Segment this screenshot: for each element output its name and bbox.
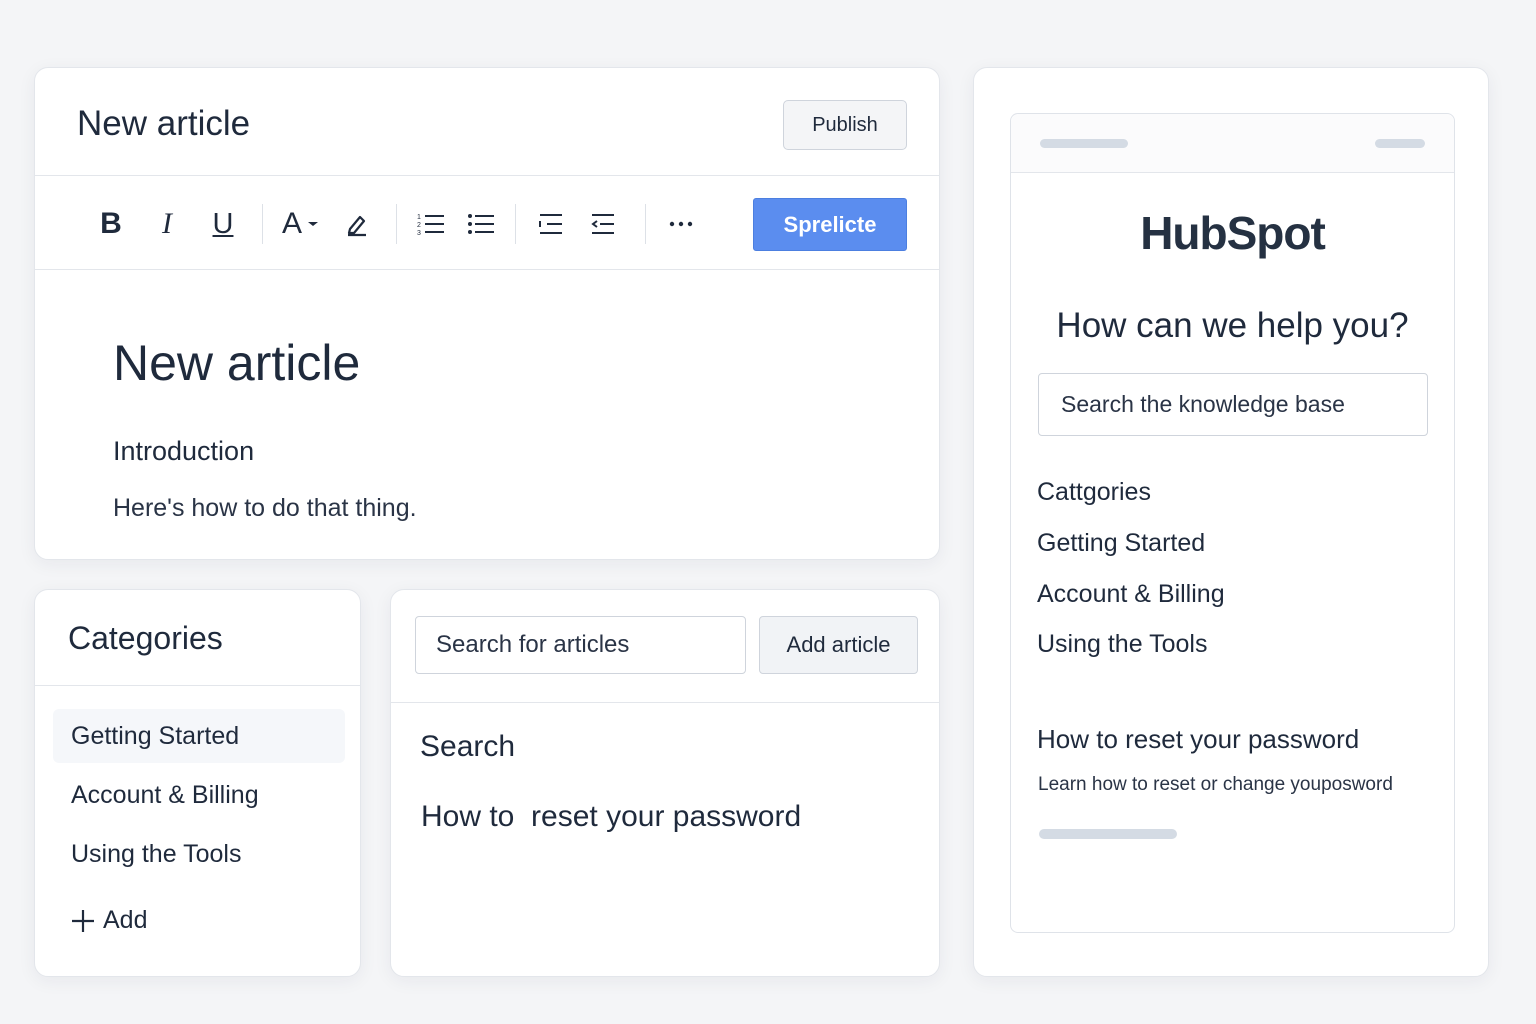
plus-icon <box>72 909 94 932</box>
ordered-list-icon[interactable]: 123 <box>413 204 449 244</box>
font-glyph: A <box>281 207 302 240</box>
italic-icon[interactable]: I <box>149 204 185 244</box>
preview-article-link[interactable]: How to reset your password <box>1037 724 1359 755</box>
category-item-account-billing[interactable]: Account & Billing <box>53 768 345 822</box>
add-article-button[interactable]: Add article <box>759 616 918 674</box>
svg-text:2: 2 <box>417 222 421 229</box>
article-search-input[interactable] <box>415 616 746 674</box>
knowledge-base-search-input[interactable] <box>1038 373 1428 436</box>
italic-glyph: I <box>162 207 172 240</box>
preview-article-description: Learn how to reset or change youposword <box>1038 774 1393 795</box>
svg-text:1: 1 <box>417 214 421 221</box>
hubspot-logo: HubSpot <box>1011 206 1454 260</box>
toolbar-divider <box>262 204 263 244</box>
highlight-icon[interactable] <box>339 204 375 244</box>
add-category-label: Add <box>103 906 148 934</box>
bold-glyph: B <box>100 207 122 240</box>
toolbar-divider <box>396 204 397 244</box>
chevron-down-icon <box>308 222 318 226</box>
preview-categories-title: Cattgories <box>1037 478 1151 506</box>
preview-category-link[interactable]: Using the Tools <box>1037 630 1207 659</box>
mobile-preview-frame: HubSpot How can we help you? Cattgories … <box>1010 113 1455 933</box>
search-section-label: Search <box>420 730 516 763</box>
bulleted-list-icon[interactable] <box>463 204 499 244</box>
indent-icon[interactable] <box>533 204 569 244</box>
editor-header: New article Publish <box>35 68 939 176</box>
document-heading[interactable]: Introduction <box>113 436 254 467</box>
editor-title: New article <box>77 104 251 143</box>
category-item-using-tools[interactable]: Using the Tools <box>53 827 345 881</box>
toolbar-divider <box>515 204 516 244</box>
category-item-getting-started[interactable]: Getting Started <box>53 709 345 763</box>
font-color-icon[interactable]: A <box>275 204 327 244</box>
placeholder-bar <box>1375 139 1425 148</box>
knowledge-base-preview-card: HubSpot How can we help you? Cattgories … <box>973 67 1489 977</box>
more-icon[interactable] <box>663 204 699 244</box>
categories-card: Categories Getting Started Account & Bil… <box>34 589 361 977</box>
search-header: Add article <box>391 590 939 703</box>
toolbar-divider <box>645 204 646 244</box>
preview-category-link[interactable]: Account & Billing <box>1037 580 1225 609</box>
logo-text: HubSpot <box>1140 207 1326 259</box>
placeholder-bar <box>1039 829 1177 839</box>
document-paragraph[interactable]: Here's how to do that thing. <box>113 494 417 523</box>
categories-title: Categories <box>68 620 223 656</box>
bold-icon[interactable]: B <box>93 204 129 244</box>
search-result-link[interactable]: How to reset your password <box>421 800 801 834</box>
article-search-card: Add article Search How to reset your pas… <box>390 589 940 977</box>
preview-category-link[interactable]: Getting Started <box>1037 529 1205 558</box>
add-category-button[interactable]: Add <box>71 906 147 935</box>
article-editor-card: New article Publish B I U A 123 Sprelict… <box>34 67 940 560</box>
categories-header: Categories <box>35 590 360 686</box>
preview-top-bar <box>1011 114 1454 173</box>
svg-text:3: 3 <box>417 230 421 237</box>
document-title[interactable]: New article <box>113 334 360 392</box>
primary-action-button[interactable]: Sprelicte <box>753 198 907 251</box>
underline-icon[interactable]: U <box>205 204 241 244</box>
publish-button[interactable]: Publish <box>783 100 907 150</box>
underline-glyph: U <box>212 207 234 240</box>
outdent-icon[interactable] <box>585 204 621 244</box>
placeholder-bar <box>1040 139 1128 148</box>
help-title: How can we help you? <box>1056 306 1409 345</box>
